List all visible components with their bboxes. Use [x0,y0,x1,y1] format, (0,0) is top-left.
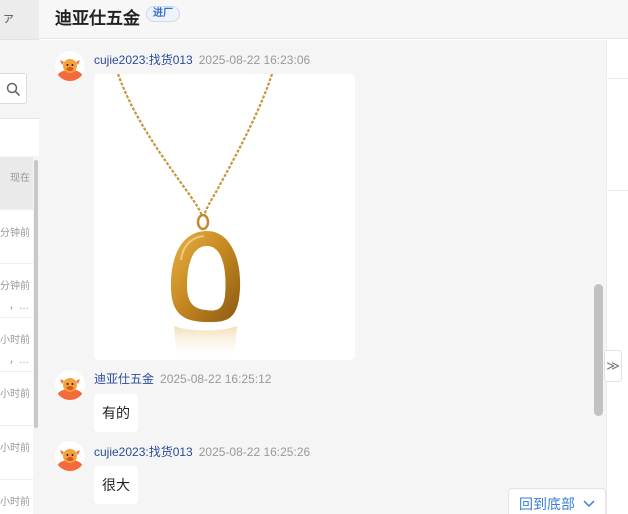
conversation-sidebar: ァ 现在 分钟前 分钟前 ，… 小时前 ，… 小时前 小时前 小时前 [0,0,39,514]
message-meta: cujie2023:找货013 2025-08-22 16:23:06 [94,51,310,68]
message-time: 2025-08-22 16:25:26 [198,445,311,459]
shop-name: 迪亚仕五金 [55,9,140,28]
conversation-snippet: ，… [9,301,29,312]
conversation-time: 小时前 [0,389,30,400]
conversation-snippet: ，… [9,355,29,366]
chat-scrollbar[interactable] [594,284,603,416]
conversation-item[interactable]: 小时前 ，… [0,319,33,372]
sender-name[interactable]: cujie2023:找货013 [94,445,193,459]
cow-avatar-icon [57,449,83,471]
necklace-image [94,74,355,360]
cow-avatar-icon [57,378,83,400]
conversation-item[interactable]: 小时前 [0,427,33,480]
search-button[interactable] [0,73,27,104]
conversation-item[interactable]: 分钟前 [0,211,33,264]
image-message[interactable] [94,74,355,360]
avatar[interactable] [55,51,85,81]
conversation-time: 小时前 [0,443,30,454]
right-panel-divider [607,78,628,79]
message-meta: 迪亚仕五金 2025-08-22 16:25:12 [94,370,271,387]
right-panel [606,40,628,514]
chat-header: 迪亚仕五金 进厂 [39,0,628,39]
conversation-time: 分钟前 [0,281,30,292]
conversation-item[interactable]: 小时前 [0,481,33,514]
avatar[interactable] [55,370,85,400]
conversation-time: 小时前 [0,497,30,508]
sidebar-filter-area [0,119,39,156]
message-meta: cujie2023:找货013 2025-08-22 16:25:26 [94,443,310,460]
sender-name[interactable]: 迪亚仕五金 [94,372,154,386]
message-time: 2025-08-22 16:23:06 [198,53,311,67]
shop-badge: 进厂 [146,6,180,22]
sender-name[interactable]: cujie2023:找货013 [94,53,193,67]
text-message[interactable]: 很大 [94,466,138,504]
sidebar-header: ァ [0,0,39,40]
scroll-to-bottom-label: 回到底部 [519,496,575,512]
text-message[interactable]: 有的 [94,394,138,432]
chevron-down-icon [583,489,595,514]
conversation-list: 现在 分钟前 分钟前 ，… 小时前 ，… 小时前 小时前 小时前 [0,157,33,514]
avatar[interactable] [55,441,85,471]
conversation-item[interactable]: 现在 [0,157,33,210]
sidebar-scrollbar[interactable] [34,160,38,428]
conversation-time: 分钟前 [0,228,30,239]
conversation-time: 现在 [10,173,30,184]
message-time: 2025-08-22 16:25:12 [160,372,272,386]
sidebar-top-glyph: ァ [2,10,16,25]
conversation-time: 小时前 [0,335,30,346]
search-icon [6,82,20,96]
double-chevron-right-icon: ≫ [606,358,620,373]
conversation-item[interactable]: 分钟前 ，… [0,265,33,318]
message-area: cujie2023:找货013 2025-08-22 16:23:06 迪亚仕五… [39,40,606,514]
cow-avatar-icon [57,59,83,81]
scroll-to-bottom-button[interactable]: 回到底部 [508,488,606,514]
conversation-item[interactable]: 小时前 [0,373,33,426]
expand-panel-button[interactable]: ≫ [604,350,622,382]
right-panel-divider [607,190,628,191]
